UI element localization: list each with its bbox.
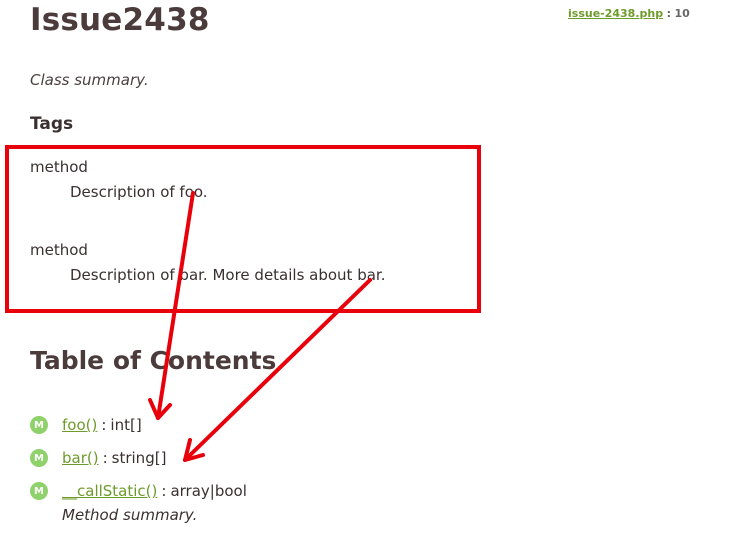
method-summary: Method summary. bbox=[62, 506, 198, 524]
tags-heading: Tags bbox=[30, 114, 74, 134]
return-type: int[] bbox=[110, 416, 142, 434]
source-location: issue-2438.php : 10 bbox=[568, 7, 690, 20]
tag-description-foo: Description of foo. bbox=[70, 183, 208, 201]
toc-link-foo[interactable]: foo() bbox=[62, 416, 97, 434]
toc-link-bar[interactable]: bar() bbox=[62, 449, 99, 467]
type-separator: : bbox=[161, 482, 167, 500]
toc-heading: Table of Contents bbox=[30, 346, 277, 375]
return-type: string[] bbox=[111, 449, 167, 467]
type-separator: : bbox=[102, 449, 108, 467]
toc-item-foo: M foo() : int[] bbox=[30, 415, 142, 435]
toc-link-callstatic[interactable]: __callStatic() bbox=[62, 482, 157, 500]
class-summary: Class summary. bbox=[30, 71, 149, 89]
return-type: array|bool bbox=[170, 482, 247, 500]
source-line-number: 10 bbox=[674, 7, 690, 20]
method-badge-icon: M bbox=[30, 416, 48, 434]
method-badge-icon: M bbox=[30, 482, 48, 500]
tag-description-bar: Description of bar. More details about b… bbox=[70, 266, 386, 284]
source-separator: : bbox=[666, 7, 672, 20]
type-separator: : bbox=[101, 416, 107, 434]
page-title: Issue2438 bbox=[30, 2, 210, 38]
toc-item-callstatic: M __callStatic() : array|bool bbox=[30, 481, 247, 501]
toc-item-bar: M bar() : string[] bbox=[30, 448, 166, 468]
tag-name-foo: method bbox=[30, 158, 88, 176]
source-file-link[interactable]: issue-2438.php bbox=[568, 7, 663, 20]
page: Issue2438 issue-2438.php : 10 Class summ… bbox=[0, 0, 738, 542]
tag-name-bar: method bbox=[30, 241, 88, 259]
annotation-arrowhead-foo bbox=[148, 398, 172, 420]
annotation-arrowhead-bar bbox=[183, 438, 205, 462]
annotation-arrow-foo bbox=[156, 191, 195, 420]
method-badge-icon: M bbox=[30, 449, 48, 467]
